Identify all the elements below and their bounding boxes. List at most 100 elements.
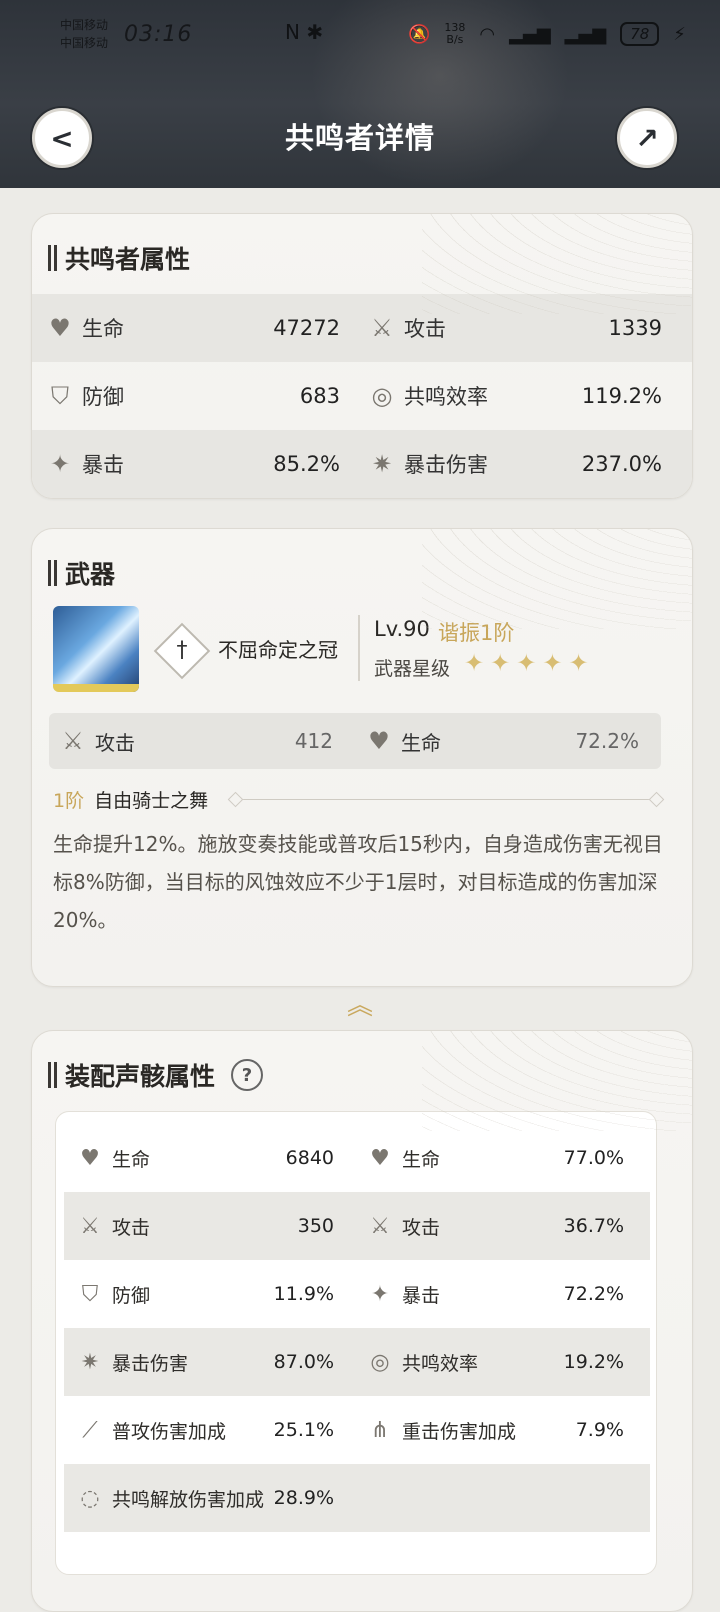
attr-label: 暴击伤害 xyxy=(404,453,488,477)
echo-stat-label: 暴击 xyxy=(402,1284,441,1307)
weapon-stat-hp: ♥ 生命 xyxy=(365,713,441,769)
echo-stat-value: 11.9% xyxy=(273,1283,334,1305)
attr-value: 683 xyxy=(299,384,340,408)
echo-stat-value: 87.0% xyxy=(273,1351,334,1373)
echo-stat: ⛉ 防御 xyxy=(76,1260,150,1328)
title-bar-decoration xyxy=(48,245,57,271)
echo-stat-label: 防御 xyxy=(112,1284,151,1307)
attr-value: 85.2% xyxy=(273,452,340,476)
battery-icon: 78 xyxy=(620,22,660,46)
echo-stat-value: 72.2% xyxy=(563,1283,624,1305)
echo-stat: ♥ 生命 xyxy=(366,1124,440,1192)
attr-hp: ♥ 生命 xyxy=(46,294,124,362)
crit-dmg-icon: ✷ xyxy=(371,450,393,478)
echo-stat-value: 77.0% xyxy=(563,1147,624,1169)
hp-icon: ♥ xyxy=(49,314,71,342)
echo-stat: ⚔ 攻击 xyxy=(76,1192,150,1260)
attr-row: ⛉ 防御 683 ◎ 共鸣效率 119.2% xyxy=(32,362,692,430)
echo-stat-value: 19.2% xyxy=(563,1351,624,1373)
help-icon[interactable]: ? xyxy=(231,1059,264,1091)
crit-dmg-icon: ✷ xyxy=(80,1349,100,1375)
weapon-card-title: 武器 xyxy=(48,555,115,591)
weapon-image[interactable] xyxy=(53,606,139,692)
echo-stat-value: 7.9% xyxy=(575,1419,624,1441)
attr-value: 119.2% xyxy=(581,384,662,408)
weapon-level: Lv.90 xyxy=(374,617,430,641)
attributes-card: 共鸣者属性 ♥ 生命 47272 ⚔ 攻击 1339 ⛉ 防御 683 ◎ 共鸣效率 1… xyxy=(31,213,693,499)
page-title: 共鸣者详情 xyxy=(284,121,435,155)
def-icon: ⛉ xyxy=(81,1281,99,1307)
echo-stat-label: 重击伤害加成 xyxy=(402,1420,517,1443)
attr-crit: ✦ 暴击 xyxy=(46,430,124,498)
weapon-stars: ✦✦✦✦✦ xyxy=(464,649,595,677)
echo-stat: ◎ 共鸣效率 xyxy=(366,1328,478,1396)
title-bar-decoration xyxy=(48,560,57,586)
attr-energy-regen: ◎ 共鸣效率 xyxy=(368,362,488,430)
sword-icon: † xyxy=(176,638,188,663)
share-arrow-icon: ↗ xyxy=(635,121,659,155)
echo-stat-value: 28.9% xyxy=(273,1487,334,1509)
signal-4g-icon-1: ▂▄▆ xyxy=(509,23,551,45)
passive-divider xyxy=(236,799,656,800)
status-right: 🔕 138 B/s ◠ ▂▄▆ ▂▄▆ 78 ⚡ xyxy=(408,22,686,46)
status-bar: 中国移动 中国移动 03:16 N ✱ 🔕 138 B/s ◠ ▂▄▆ ▂▄▆ 7… xyxy=(0,14,720,58)
attr-atk: ⚔ 攻击 xyxy=(368,294,446,362)
echo-card-title: 装配声骸属性 ? xyxy=(48,1057,264,1093)
echo-stat-label: 攻击 xyxy=(112,1216,151,1239)
echo-stat-label: 暴击伤害 xyxy=(112,1352,189,1375)
attr-label: 生命 xyxy=(82,317,124,341)
echo-stat: ✷ 暴击伤害 xyxy=(76,1328,188,1396)
echo-stat-value: 6840 xyxy=(285,1147,334,1169)
echo-stat-label: 普攻伤害加成 xyxy=(112,1420,227,1443)
hp-icon: ♥ xyxy=(80,1145,100,1171)
title-bar-decoration xyxy=(48,1062,57,1088)
attributes-card-title: 共鸣者属性 xyxy=(48,240,190,276)
weapon-stat-label: 生命 xyxy=(401,730,441,755)
liberation-icon: ◌ xyxy=(80,1485,100,1511)
echo-stat-value: 350 xyxy=(297,1215,334,1237)
basic-attack-icon: ⟋ xyxy=(82,1417,98,1443)
energy-regen-icon: ◎ xyxy=(370,1349,390,1375)
share-button[interactable]: ↗ xyxy=(617,108,677,168)
def-icon: ⛉ xyxy=(51,382,69,410)
weapon-type-badge: † xyxy=(153,622,211,680)
weapon-stat-value: 72.2% xyxy=(575,729,639,753)
echo-stat-label: 攻击 xyxy=(402,1216,441,1239)
attr-crit-dmg: ✷ 暴击伤害 xyxy=(368,430,488,498)
charging-icon: ⚡ xyxy=(673,23,686,45)
echo-row: ⛉ 防御 11.9% ✦ 暴击 72.2% xyxy=(64,1260,650,1328)
passive-description: 生命提升12%。施放变奏技能或普攻后15秒内，自身造成伤害无视目标8%防御，当目… xyxy=(53,832,663,932)
attr-row: ✦ 暴击 85.2% ✷ 暴击伤害 237.0% xyxy=(32,430,692,498)
attr-label: 共鸣效率 xyxy=(404,385,488,409)
crit-icon: ✦ xyxy=(370,1281,390,1307)
nfc-bluetooth-icons: N ✱ xyxy=(285,20,324,44)
echo-stat: ♥ 生命 xyxy=(76,1124,150,1192)
speed-unit: B/s xyxy=(446,33,464,46)
echo-row: ◌ 共鸣解放伤害加成 28.9% xyxy=(64,1464,650,1532)
atk-icon: ⚔ xyxy=(371,314,393,342)
echo-stat: ⚔ 攻击 xyxy=(366,1192,440,1260)
echo-title-text: 装配声骸属性 xyxy=(65,1062,216,1091)
echo-stat-label: 生命 xyxy=(402,1148,441,1171)
echo-stat-value: 25.1% xyxy=(273,1419,334,1441)
attr-label: 防御 xyxy=(82,385,124,409)
attributes-title-text: 共鸣者属性 xyxy=(65,245,191,274)
echo-row: ♥ 生命 6840 ♥ 生命 77.0% xyxy=(64,1124,650,1192)
mute-icon: 🔕 xyxy=(408,23,431,45)
echo-row: ✷ 暴击伤害 87.0% ◎ 共鸣效率 19.2% xyxy=(64,1328,650,1396)
weapon-refine: 谐振1阶 xyxy=(438,621,515,645)
echo-stat: ✦ 暴击 xyxy=(366,1260,440,1328)
collapse-chevron-icon[interactable]: ︽ xyxy=(338,993,382,1019)
network-speed: 138 B/s xyxy=(444,22,465,46)
passive-name: 自由骑士之舞 xyxy=(94,790,209,812)
weapon-card: 武器 † 不屈命定之冠 Lv.90 谐振1阶 武器星级 ✦✦✦✦✦ ⚔ 攻击 41… xyxy=(31,528,693,987)
clock: 03:16 xyxy=(124,22,193,47)
weapon-star-label: 武器星级 xyxy=(374,658,451,680)
attr-row: ♥ 生命 47272 ⚔ 攻击 1339 xyxy=(32,294,692,362)
carrier-info: 中国移动 中国移动 xyxy=(60,16,108,52)
echo-stat-label: 共鸣效率 xyxy=(402,1352,479,1375)
passive-rank: 1阶 xyxy=(53,790,85,812)
attr-label: 攻击 xyxy=(404,317,446,341)
carrier-1: 中国移动 xyxy=(60,18,109,32)
echo-stat: ⟋ 普攻伤害加成 xyxy=(76,1396,226,1464)
